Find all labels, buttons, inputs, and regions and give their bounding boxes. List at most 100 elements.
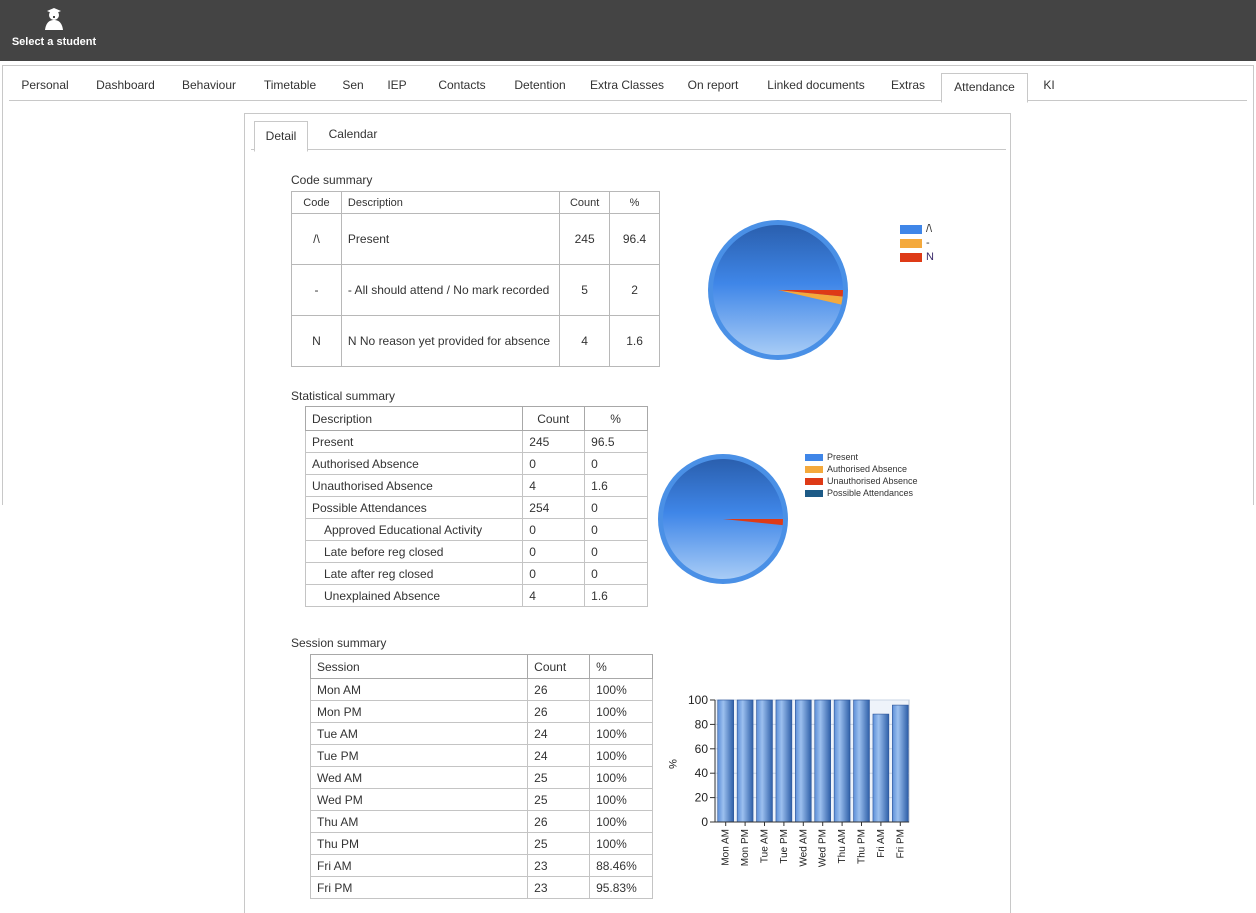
legend-swatch: [805, 490, 823, 498]
tab-iep[interactable]: IEP: [378, 72, 416, 101]
bar-mon-am: [717, 699, 734, 823]
cell-pct: 1.6: [609, 315, 660, 367]
tab-ki[interactable]: KI: [1034, 72, 1064, 101]
code-summary-legend: /\ - N: [900, 222, 934, 264]
y-tick-label: 100: [688, 693, 708, 707]
cell-count: 245: [559, 213, 611, 265]
cell-count: 0: [522, 452, 586, 475]
subtab-detail[interactable]: Detail: [254, 121, 308, 152]
y-tick-label: 80: [695, 717, 709, 731]
cell-count: 26: [527, 700, 591, 723]
session-percent-header: %: [589, 654, 653, 679]
table-row: Fri AM 23 88.46%: [309, 854, 653, 877]
tab-on-report[interactable]: On report: [679, 72, 747, 101]
cell-session: Mon PM: [309, 700, 529, 723]
cell-session: Thu PM: [309, 832, 529, 855]
legend-item: Authorised Absence: [805, 463, 918, 475]
cell-pct: 100%: [589, 678, 653, 701]
cell-count: 0: [522, 518, 586, 541]
cell-count: 26: [527, 678, 591, 701]
tab-extra-classes[interactable]: Extra Classes: [582, 72, 672, 101]
cell-code: -: [291, 264, 342, 316]
table-row: Authorised Absence 0 0: [304, 452, 648, 475]
cell-count: 25: [527, 788, 591, 811]
cell-count: 23: [527, 854, 591, 877]
bar-tue-am: [756, 699, 773, 823]
bar-thu-am: [833, 699, 851, 823]
legend-swatch: [900, 224, 922, 234]
subtab-calendar[interactable]: Calendar: [312, 120, 394, 150]
table-row: Unauthorised Absence 4 1.6: [304, 474, 648, 497]
tab-personal[interactable]: Personal: [9, 72, 81, 101]
code-summary-title: Code summary: [291, 173, 373, 187]
cell-session: Fri PM: [309, 876, 529, 899]
legend-swatch: [900, 238, 922, 248]
x-tick-label: Wed PM: [818, 829, 829, 867]
session-bar-chart: 0 20 40 60 80 100 Mon AM Mon PM Tue AM Tue PM Wed …: [666, 693, 910, 867]
cell-session: Thu AM: [309, 810, 529, 833]
x-tick-label: Mon PM: [740, 829, 751, 866]
bar-thu-pm: [853, 699, 870, 823]
tab-dashboard[interactable]: Dashboard: [87, 72, 164, 101]
cell-pct: 100%: [589, 832, 653, 855]
cell-pct: 100%: [589, 722, 653, 745]
cell-session: Mon AM: [309, 678, 529, 701]
tab-extras[interactable]: Extras: [884, 72, 932, 101]
select-student-label: Select a student: [11, 36, 97, 48]
cell-count: 4: [522, 584, 586, 607]
tab-contacts[interactable]: Contacts: [428, 72, 496, 101]
x-tick-label: Mon AM: [721, 829, 732, 866]
cell-session: Fri AM: [309, 854, 529, 877]
cell-description: Late after reg closed: [304, 562, 524, 585]
cell-count: 4: [559, 315, 611, 367]
cell-description: N No reason yet provided for absence: [340, 315, 561, 367]
cell-pct: 96.4: [609, 213, 660, 265]
tab-linked-documents[interactable]: Linked documents: [760, 72, 872, 101]
cell-pct: 96.5: [584, 430, 648, 453]
cell-count: 24: [527, 744, 591, 767]
bar-tue-pm: [775, 699, 793, 823]
table-row: Wed PM 25 100%: [309, 788, 653, 811]
table-row: Fri PM 23 95.83%: [309, 876, 653, 899]
cell-description: Present: [340, 213, 561, 265]
x-tick-label: Fri AM: [876, 829, 887, 858]
bar-fri-am: [872, 713, 890, 823]
stat-percent-header: %: [584, 406, 648, 431]
main-tab-bar: Personal Dashboard Behaviour Timetable Sen IE…: [9, 72, 1247, 103]
cell-pct: 1.6: [584, 474, 648, 497]
table-row: -- All should attend / No mark recorded 5…: [291, 264, 660, 316]
legend-item: N: [900, 250, 934, 264]
legend-label: Possible Attendances: [827, 488, 914, 498]
cell-pct: 100%: [589, 810, 653, 833]
cell-pct: 0: [584, 540, 648, 563]
tab-attendance[interactable]: Attendance: [941, 73, 1028, 103]
tab-sen[interactable]: Sen: [338, 72, 368, 101]
table-row: Thu AM 26 100%: [309, 810, 653, 833]
y-tick-label: 40: [695, 766, 709, 780]
legend-item: Unauthorised Absence: [805, 475, 918, 487]
cell-session: Tue PM: [309, 744, 529, 767]
legend-item: Present: [805, 451, 918, 463]
tab-timetable[interactable]: Timetable: [253, 72, 327, 101]
cell-description: Authorised Absence: [304, 452, 524, 475]
session-summary-table: Session Count % Mon AM 26 100% Mon PM 26 100%…: [309, 654, 653, 899]
tab-detention[interactable]: Detention: [508, 72, 572, 101]
description-header: Description: [340, 191, 561, 214]
select-student-button[interactable]: Select a student: [8, 4, 100, 58]
cell-pct: 1.6: [584, 584, 648, 607]
stat-count-header: Count: [522, 406, 586, 431]
legend-swatch: [900, 252, 922, 262]
session-count-header: Count: [527, 654, 591, 679]
statistical-summary-legend: Present Authorised Absence Unauthorised Ab…: [805, 451, 918, 499]
cell-pct: 0: [584, 518, 648, 541]
table-row: Mon AM 26 100%: [309, 678, 653, 701]
session-summary-title: Session summary: [291, 636, 387, 650]
table-row: Late before reg closed 0 0: [304, 540, 648, 563]
tab-behaviour[interactable]: Behaviour: [174, 72, 244, 101]
cell-pct: 2: [609, 264, 660, 316]
code-header: Code: [291, 191, 342, 214]
y-axis-label: %: [666, 759, 678, 769]
cell-count: 25: [527, 832, 591, 855]
cell-session: Wed PM: [309, 788, 529, 811]
x-tick-label: Tue PM: [779, 829, 790, 864]
